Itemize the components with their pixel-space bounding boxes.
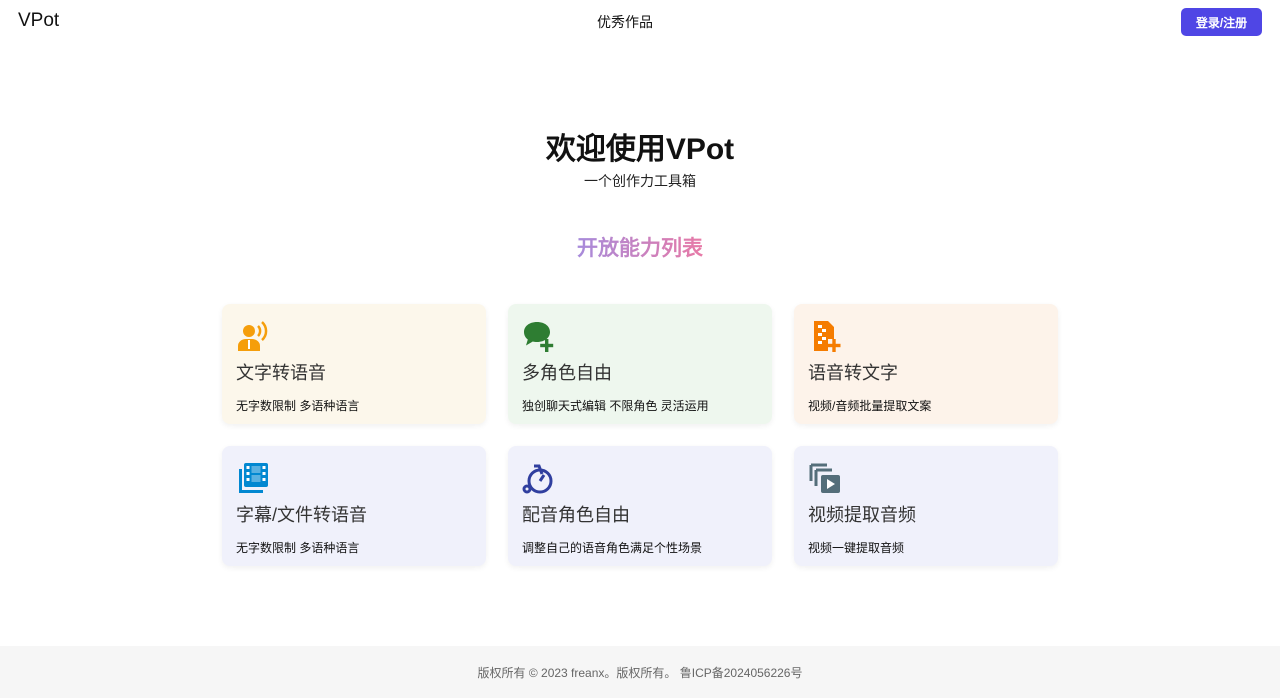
bicycle-icon [522, 461, 556, 495]
card-title: 字幕/文件转语音 [236, 505, 368, 525]
speaker-person-icon [236, 319, 270, 353]
footer: 版权所有 © 2023 freanx。版权所有。 鲁ICP备2024056226… [0, 646, 1280, 698]
video-library-icon [236, 461, 270, 495]
card-title: 多角色自由 [522, 363, 612, 383]
nav-link-showcase[interactable]: 优秀作品 [597, 14, 653, 30]
card-description: 无字数限制 多语种语言 [236, 541, 360, 555]
card-description: 无字数限制 多语种语言 [236, 399, 360, 413]
nav-bar: 优秀作品 [0, 12, 1250, 32]
svg-text:开放能力列表: 开放能力列表 [577, 236, 704, 260]
footer-copyright: 版权所有 © 2023 freanx。版权所有。 鲁ICP备2024056226… [477, 666, 803, 680]
chat-add-icon [522, 319, 556, 353]
card-text-to-speech[interactable]: 文字转语音 无字数限制 多语种语言 [222, 304, 486, 424]
login-register-button[interactable]: 登录/注册 [1181, 8, 1262, 36]
card-title: 文字转语音 [236, 363, 326, 383]
card-multi-role[interactable]: 多角色自由 独创聊天式编辑 不限角色 灵活运用 [508, 304, 772, 424]
card-subtitle-to-speech[interactable]: 字幕/文件转语音 无字数限制 多语种语言 [222, 446, 486, 566]
top-bar: VPot 优秀作品 登录/注册 [0, 0, 1280, 44]
section-title: 开放能力列表 [0, 234, 1280, 270]
section-title-gradient-text: 开放能力列表 [577, 236, 704, 260]
card-voice-role[interactable]: 配音角色自由 调整自己的语音角色满足个性场景 [508, 446, 772, 566]
card-description: 调整自己的语音角色满足个性场景 [522, 541, 703, 555]
video-copy-icon [808, 461, 842, 495]
capability-grid: 文字转语音 无字数限制 多语种语言 多角色自由 独创聊天式编辑 不限角色 灵活运… [222, 304, 1058, 566]
card-description: 独创聊天式编辑 不限角色 灵活运用 [522, 399, 709, 413]
card-title: 语音转文字 [808, 363, 898, 383]
card-title: 配音角色自由 [522, 505, 630, 525]
card-video-extract-audio[interactable]: 视频提取音频 视频一键提取音频 [794, 446, 1058, 566]
card-speech-to-text[interactable]: 语音转文字 视频/音频批量提取文案 [794, 304, 1058, 424]
audio-file-add-icon [808, 319, 842, 353]
card-description: 视频/音频批量提取文案 [808, 399, 932, 413]
card-description: 视频一键提取音频 [808, 541, 905, 555]
hero-subtitle: 一个创作力工具箱 [584, 173, 696, 189]
card-title: 视频提取音频 [808, 505, 916, 525]
hero-title: 欢迎使用VPot [545, 133, 735, 166]
